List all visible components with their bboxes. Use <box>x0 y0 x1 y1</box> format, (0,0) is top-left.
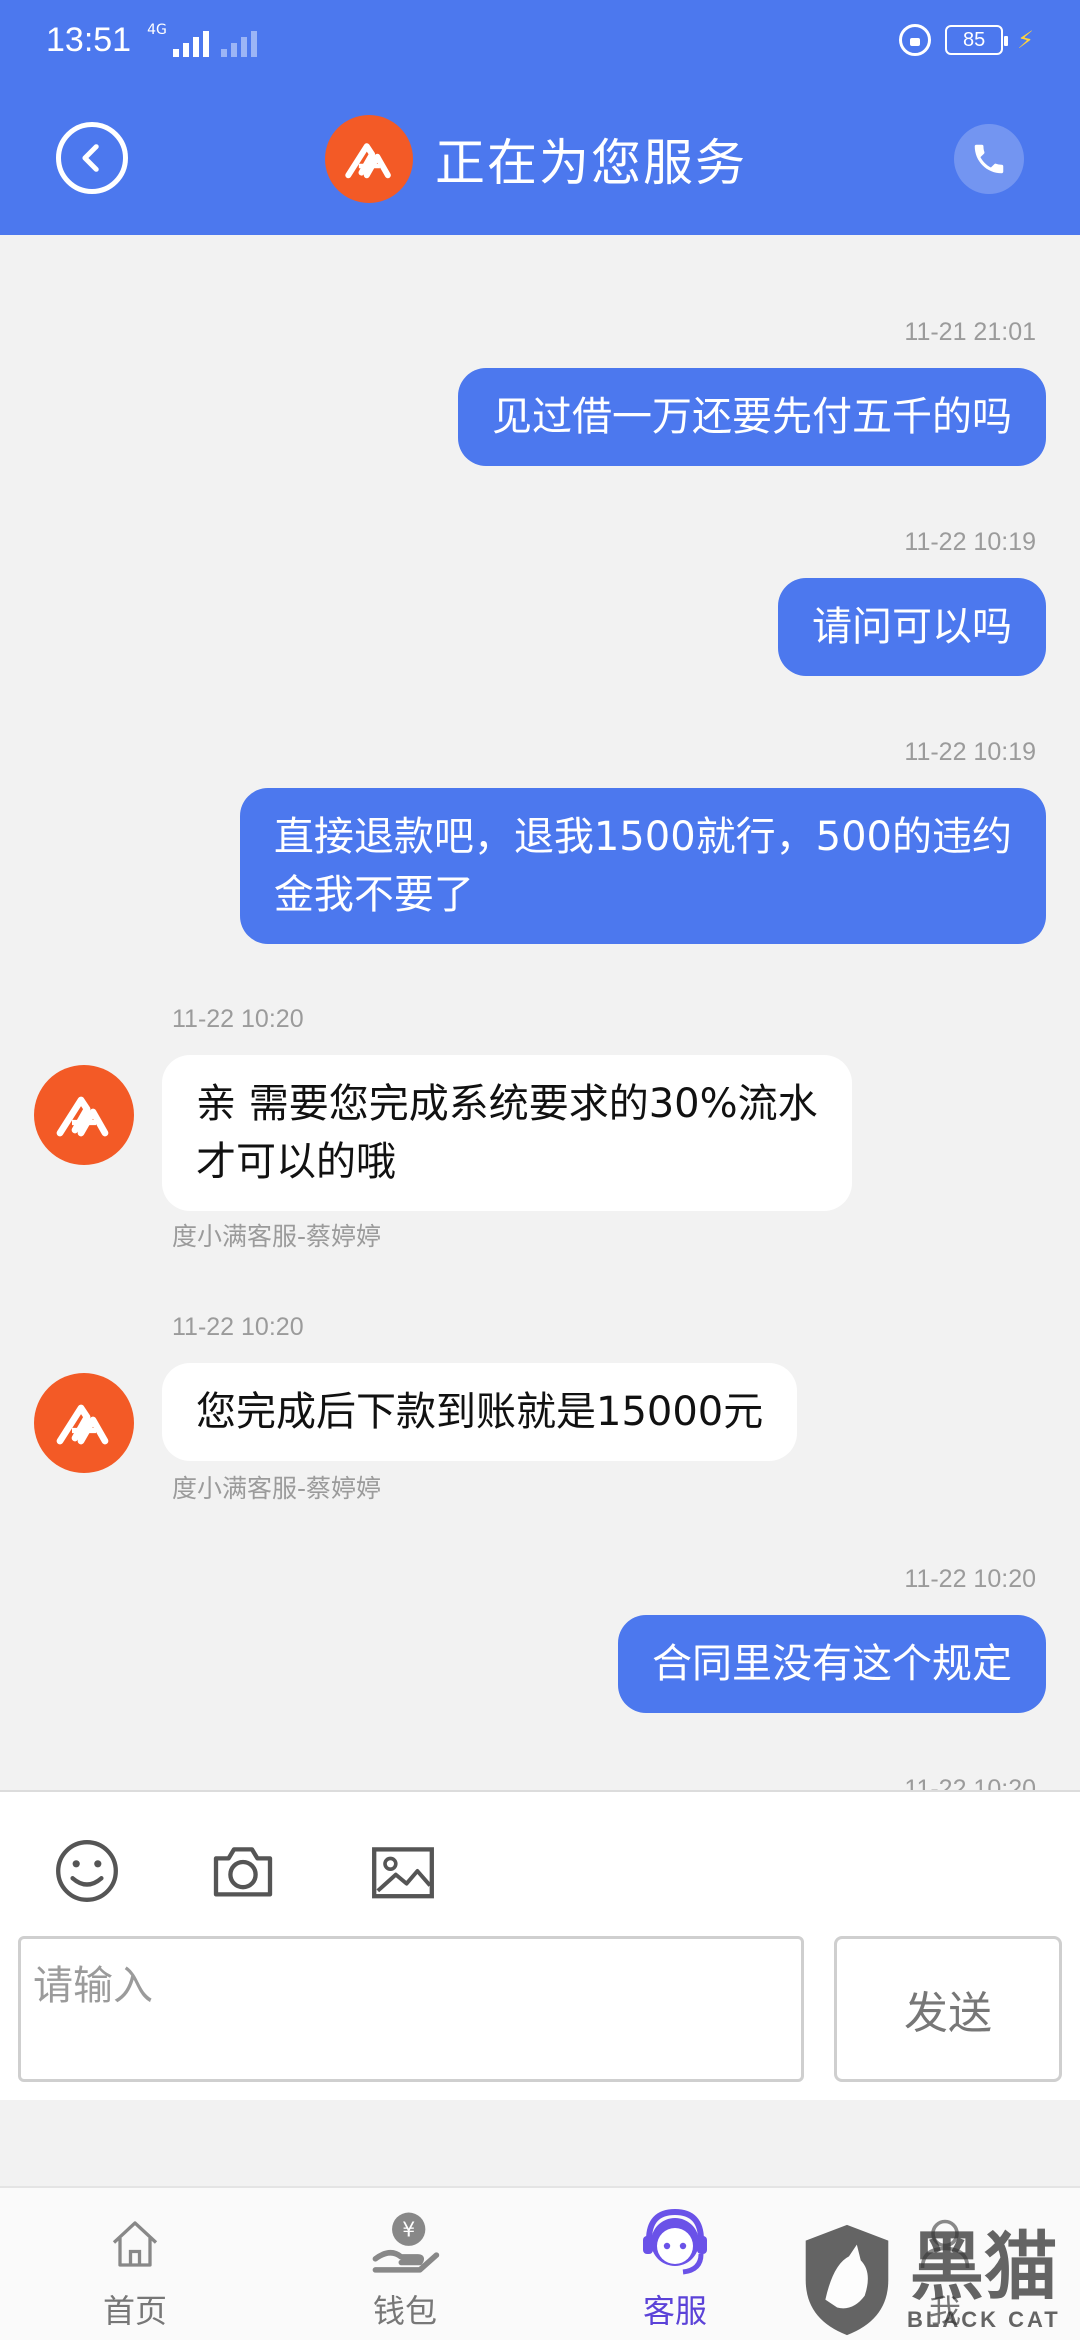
message-timestamp: 11-22 10:20 <box>904 1565 1036 1593</box>
input-area: 请输入 发送 <box>0 1790 1080 2100</box>
logo-icon <box>56 1404 109 1445</box>
message-text: 合同里没有这个规定 <box>652 1641 1012 1687</box>
nav-item-customer-service[interactable]: 客服 <box>600 2208 750 2332</box>
home-icon <box>112 2221 158 2267</box>
message-timestamp: 11-22 10:19 <box>904 528 1036 556</box>
message-text: 才可以的哦 <box>196 1139 396 1185</box>
outgoing-message-bubble[interactable]: 请问可以吗 <box>778 578 1046 676</box>
agent-name: 度小满客服-蔡婷婷 <box>172 1222 382 1251</box>
customer-service-icon <box>643 2208 707 2275</box>
camera-button[interactable] <box>204 1832 282 1910</box>
image-icon <box>372 1847 434 1899</box>
status-bar: 13:51 4G 85 ⚡ <box>0 0 1080 80</box>
message-text: 金我不要了 <box>273 872 474 918</box>
nav-item-wallet[interactable]: ¥ 钱包 <box>330 2208 480 2332</box>
svg-text:¥: ¥ <box>402 2218 415 2242</box>
emoji-button[interactable] <box>48 1832 126 1910</box>
incoming-message-bubble[interactable]: 您完成后下款到账就是15000元 <box>162 1363 798 1461</box>
message-text: 您完成后下款到账就是15000元 <box>196 1389 764 1435</box>
watermark: 黑猫 BLACK CAT <box>797 2220 1072 2340</box>
chat-area[interactable]: 11-21 21:01 见过借一万还要先付五千的吗 11-22 10:19 请问… <box>0 235 1080 1790</box>
back-button[interactable] <box>56 122 128 194</box>
message-text: 见过借一万还要先付五千的吗 <box>492 394 1012 440</box>
camera-icon <box>213 1847 273 1897</box>
page-title: 正在为您服务 <box>435 134 747 192</box>
nav-label: 客服 <box>642 2292 707 2330</box>
logo-icon <box>344 142 391 178</box>
send-button[interactable]: 发送 <box>834 1936 1062 2082</box>
phone-icon <box>974 144 1004 174</box>
agent-avatar[interactable] <box>34 1065 134 1165</box>
message-timestamp: 11-22 10:20 <box>172 1313 304 1341</box>
watermark-text: 黑猫 <box>909 2224 1058 2310</box>
logo-icon <box>56 1096 109 1137</box>
call-button[interactable] <box>954 124 1024 194</box>
message-timestamp: 11-22 10:20 <box>172 1005 304 1033</box>
outgoing-message-bubble[interactable]: 见过借一万还要先付五千的吗 <box>458 368 1046 466</box>
emoji-icon <box>56 1840 118 1902</box>
outgoing-message-bubble[interactable]: 直接退款吧，退我1500就行，500的违约 金我不要了 <box>239 788 1046 944</box>
nav-label: 首页 <box>102 2292 167 2330</box>
message-timestamp: 11-22 10:19 <box>904 738 1036 766</box>
outgoing-message-bubble[interactable]: 合同里没有这个规定 <box>618 1615 1046 1713</box>
rotation-lock-icon <box>899 24 932 56</box>
incoming-message-bubble[interactable]: 亲 需要您完成系统要求的30%流水 才可以的哦 <box>162 1055 852 1211</box>
battery-icon: 85 <box>945 25 1009 55</box>
chat-header: 正在为您服务 <box>0 80 1080 235</box>
agent-avatar[interactable] <box>34 1373 134 1473</box>
message-timestamp: 11-21 21:01 <box>904 318 1036 346</box>
wallet-icon: ¥ <box>372 2212 440 2273</box>
message-input[interactable]: 请输入 <box>18 1936 804 2082</box>
spacer <box>0 2100 1080 2186</box>
charging-icon: ⚡ <box>1017 26 1034 54</box>
signal-icon: 4G <box>147 23 257 57</box>
watermark-subtext: BLACK CAT <box>907 2307 1061 2332</box>
message-timestamp: 11-22 10:20 <box>904 1775 1036 1790</box>
nav-item-home[interactable]: 首页 <box>60 2208 210 2332</box>
message-text: 直接退款吧，退我1500就行，500的违约 <box>273 814 1012 860</box>
black-cat-logo-icon <box>805 2224 889 2336</box>
back-icon <box>82 144 99 172</box>
agent-name: 度小满客服-蔡婷婷 <box>172 1474 382 1503</box>
nav-label: 钱包 <box>372 2292 437 2330</box>
message-text: 请问可以吗 <box>812 604 1012 650</box>
image-button[interactable] <box>364 1832 442 1910</box>
service-logo <box>325 115 413 203</box>
status-time: 13:51 <box>46 20 132 59</box>
message-text: 亲 需要您完成系统要求的30%流水 <box>196 1081 818 1127</box>
network-type: 4G <box>147 22 167 38</box>
